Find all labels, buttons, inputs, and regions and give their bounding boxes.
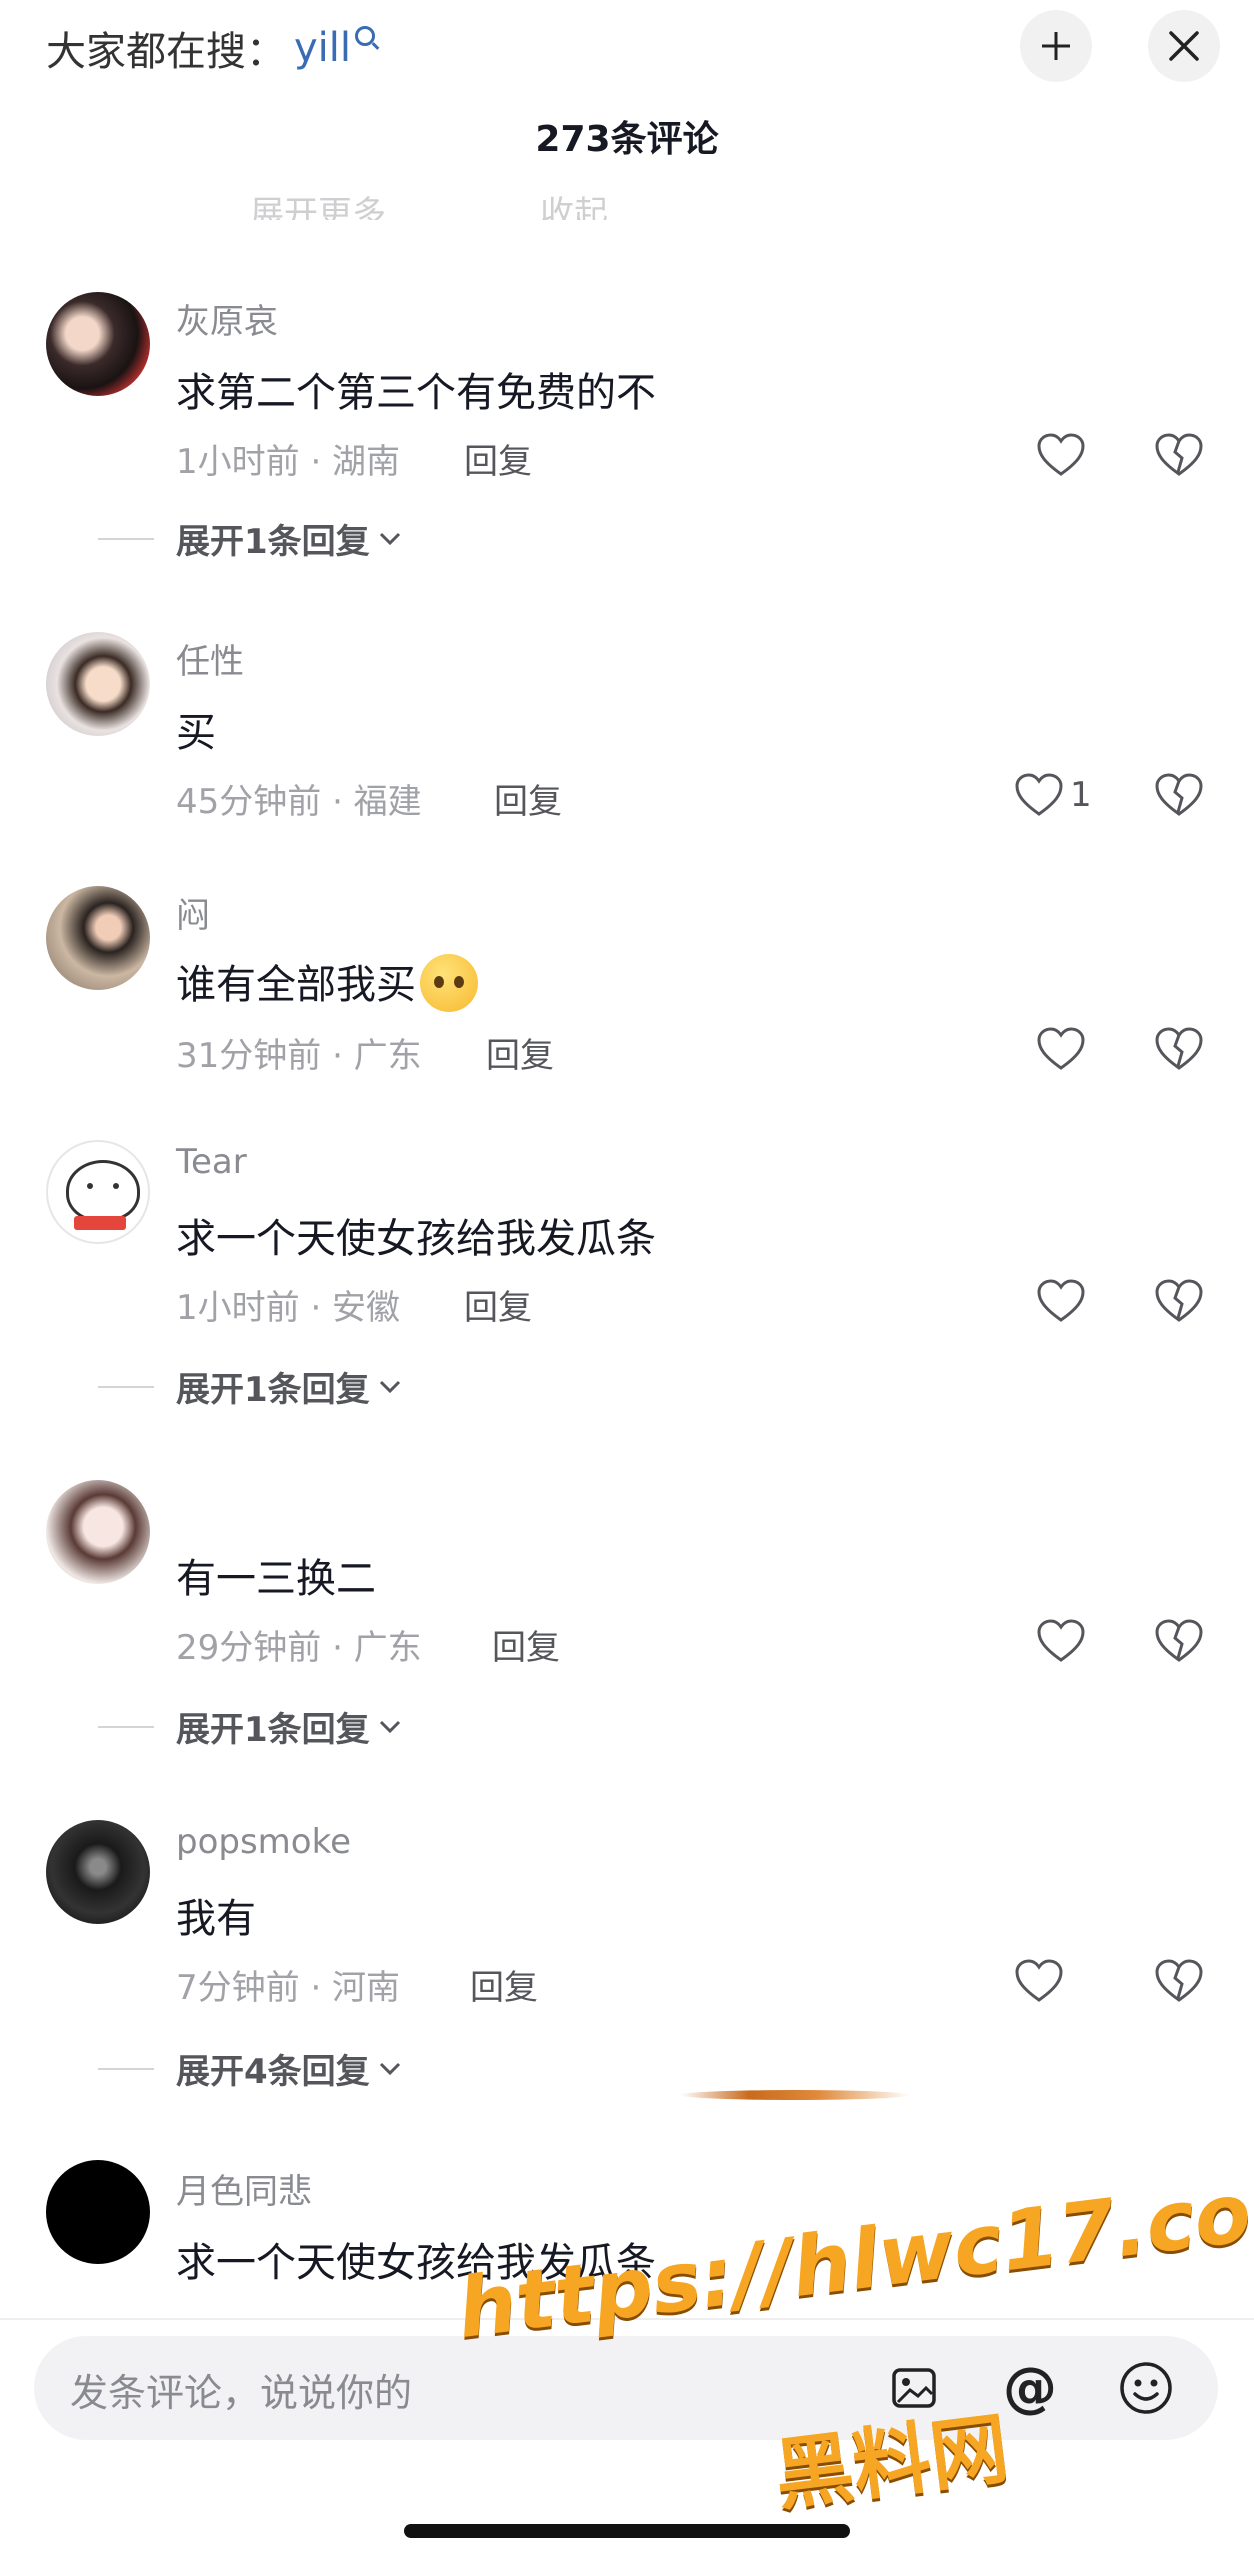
expand-line xyxy=(98,1385,154,1388)
avatar[interactable] xyxy=(46,886,150,990)
mention-button[interactable]: @ xyxy=(1000,2358,1060,2418)
dislike-button[interactable] xyxy=(1154,1618,1204,1668)
like-button[interactable] xyxy=(1036,1026,1086,1072)
comment-meta: 1小时前 · 湖南 xyxy=(176,442,401,482)
comment-input[interactable]: 发条评论，说说你的 @ xyxy=(34,2336,1218,2440)
broken-heart-icon xyxy=(1155,433,1203,476)
expand-replies-button[interactable]: 展开1条回复 xyxy=(98,1702,402,1751)
comment-meta: 45分钟前 · 福建 xyxy=(176,782,422,822)
comment-meta: 31分钟前 · 广东 xyxy=(176,1036,422,1076)
expand-label: 展开1条回复 xyxy=(176,1370,370,1410)
emoji-button[interactable] xyxy=(1116,2358,1176,2418)
comment-text: 求一个天使女孩给我发瓜条 xyxy=(176,1216,656,1262)
comment-input-placeholder: 发条评论，说说你的 xyxy=(70,2371,413,2415)
heart-outline-icon xyxy=(1015,1959,1063,2002)
broken-heart-icon xyxy=(1155,1279,1203,1322)
home-indicator[interactable] xyxy=(404,2524,850,2538)
comment-text-row: 谁有全部我买 xyxy=(176,952,478,1016)
avatar[interactable] xyxy=(46,1820,150,1924)
comment-text: 谁有全部我买 xyxy=(176,962,416,1008)
collapse-icon xyxy=(1042,32,1070,60)
heart-outline-icon xyxy=(1037,1619,1085,1662)
cat-avatar-graphic xyxy=(66,1160,140,1222)
watermark-url: https://hlwc17.com xyxy=(452,2155,1254,2357)
like-count: 1 xyxy=(1070,775,1092,815)
brush-stroke-mark xyxy=(680,2090,910,2100)
heart-outline-icon xyxy=(1015,773,1063,816)
comment-meta: 29分钟前 · 广东 xyxy=(176,1628,422,1668)
comment-text: 求第二个第三个有免费的不 xyxy=(176,370,656,416)
comment-meta: 7分钟前 · 河南 xyxy=(176,1968,401,2008)
broken-heart-icon xyxy=(1155,1619,1203,1662)
heart-outline-icon xyxy=(1037,433,1085,476)
at-icon: @ xyxy=(1003,2356,1057,2419)
like-button[interactable] xyxy=(1036,432,1086,478)
chevron-down-icon xyxy=(379,532,400,545)
expand-replies-button[interactable]: 展开1条回复 xyxy=(98,1362,402,1411)
dislike-button[interactable] xyxy=(1154,432,1204,482)
close-icon xyxy=(1169,31,1199,61)
broken-heart-icon xyxy=(1155,1959,1203,2002)
faded-collapse: 收起 xyxy=(540,194,608,220)
emoji-icon xyxy=(420,954,478,1012)
search-hint-label: 大家都在搜： xyxy=(46,29,286,75)
search-icon xyxy=(355,26,376,46)
emoji-icon xyxy=(1120,2362,1172,2414)
avatar[interactable] xyxy=(46,1140,150,1244)
broken-heart-icon xyxy=(1155,1027,1203,1070)
expand-line xyxy=(98,1725,154,1728)
comment-text: 买 xyxy=(176,710,216,756)
heart-outline-icon xyxy=(1037,1279,1085,1322)
collapse-button[interactable] xyxy=(1020,10,1092,82)
expand-replies-button[interactable]: 展开4条回复 xyxy=(98,2044,402,2093)
dislike-button[interactable] xyxy=(1154,1026,1204,1076)
reply-button[interactable]: 回复 xyxy=(494,774,562,823)
dislike-button[interactable] xyxy=(1154,1278,1204,1328)
faded-previous-row: 展开更多 收起 xyxy=(0,180,1254,220)
avatar[interactable] xyxy=(46,632,150,736)
expand-label: 展开1条回复 xyxy=(176,1710,370,1750)
comment-count: 273条评论 xyxy=(535,119,719,160)
avatar[interactable] xyxy=(46,2160,150,2264)
avatar-tag xyxy=(74,1216,126,1230)
reply-button[interactable]: 回复 xyxy=(470,1960,538,2009)
comment-text: 有一三换二 xyxy=(176,1556,376,1602)
expand-line xyxy=(98,537,154,540)
chevron-down-icon xyxy=(379,1380,400,1393)
like-button[interactable]: 1 xyxy=(1014,772,1092,818)
heart-outline-icon xyxy=(1037,1027,1085,1070)
chevron-down-icon xyxy=(379,2062,400,2075)
avatar[interactable] xyxy=(46,1480,150,1584)
comment-username[interactable]: popsmoke xyxy=(176,1822,351,1862)
comment-username[interactable]: 月色同悲 xyxy=(176,2164,312,2213)
comment-meta: 1小时前 · 安徽 xyxy=(176,1288,401,1328)
comment-username[interactable]: Tear xyxy=(176,1142,247,1182)
comment-username[interactable]: 闷 xyxy=(176,888,210,937)
avatar[interactable] xyxy=(46,292,150,396)
comment-username[interactable]: 任性 xyxy=(176,634,244,683)
like-button[interactable] xyxy=(1036,1278,1086,1324)
reply-button[interactable]: 回复 xyxy=(486,1028,554,1077)
search-keyword[interactable]: yill xyxy=(294,25,351,71)
chevron-down-icon xyxy=(379,1720,400,1733)
dislike-button[interactable] xyxy=(1154,772,1204,822)
expand-line xyxy=(98,2067,154,2070)
comment-text: 我有 xyxy=(176,1896,256,1942)
like-button[interactable] xyxy=(1014,1958,1064,2004)
reply-button[interactable]: 回复 xyxy=(464,1280,532,1329)
expand-replies-button[interactable]: 展开1条回复 xyxy=(98,514,402,563)
close-button[interactable] xyxy=(1148,10,1220,82)
search-hint[interactable]: 大家都在搜： yill xyxy=(46,18,376,78)
like-button[interactable] xyxy=(1036,1618,1086,1664)
expand-label: 展开1条回复 xyxy=(176,522,370,562)
expand-label: 展开4条回复 xyxy=(176,2052,370,2092)
broken-heart-icon xyxy=(1155,773,1203,816)
reply-button[interactable]: 回复 xyxy=(464,434,532,483)
comment-username[interactable]: 灰原哀 xyxy=(176,294,278,343)
reply-button[interactable]: 回复 xyxy=(492,1620,560,1669)
dislike-button[interactable] xyxy=(1154,1958,1204,2008)
faded-expand-more: 展开更多 xyxy=(250,194,386,220)
